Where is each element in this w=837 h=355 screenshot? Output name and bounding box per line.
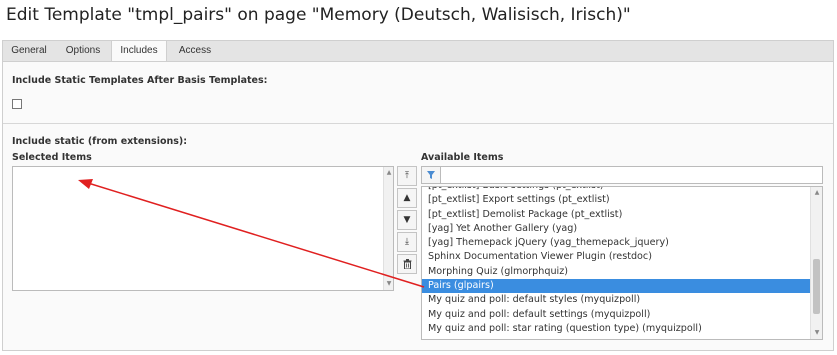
static-after-basis-checkbox[interactable]: [12, 99, 22, 109]
tab-includes[interactable]: Includes: [111, 41, 167, 63]
trash-icon: [403, 259, 411, 270]
available-item[interactable]: [pt_extlist] Demolist Package (pt_extlis…: [422, 208, 812, 222]
tab-access[interactable]: Access: [169, 41, 221, 62]
move-to-top-button[interactable]: ⤒: [397, 166, 417, 186]
filter-row: [421, 166, 823, 184]
scroll-thumb[interactable]: [813, 259, 820, 314]
scroll-up-icon[interactable]: ▲: [385, 169, 393, 177]
available-items-scrollbar[interactable]: ▲ ▼: [810, 187, 822, 339]
move-down-button[interactable]: ▼: [397, 210, 417, 230]
move-down-icon: ▼: [403, 215, 411, 225]
scroll-up-icon[interactable]: ▲: [813, 189, 821, 197]
move-to-top-icon: ⤒: [405, 171, 409, 181]
include-static-label: Include static (from extensions):: [12, 136, 188, 147]
scroll-down-icon[interactable]: ▼: [813, 329, 821, 337]
tab-bar: General Options Includes Access: [2, 40, 834, 63]
available-item[interactable]: [yag] Themepack jQuery (yag_themepack_jq…: [422, 236, 812, 250]
filter-button[interactable]: [421, 166, 441, 184]
move-to-bottom-button[interactable]: ⤓: [397, 232, 417, 252]
available-item[interactable]: My quiz and poll: default settings (myqu…: [422, 308, 812, 322]
available-item[interactable]: Pairs (glpairs): [422, 279, 812, 294]
selected-items-scrollbar[interactable]: ▲ ▼: [383, 167, 393, 290]
tab-general[interactable]: General: [3, 41, 55, 62]
remove-button[interactable]: [397, 254, 417, 274]
available-items-list[interactable]: [pt_extlist] Basic settings (pt_extlist)…: [421, 186, 823, 340]
tab-options[interactable]: Options: [57, 41, 109, 62]
move-up-icon: ▲: [403, 193, 411, 203]
available-item[interactable]: [pt_extlist] Basic settings (pt_extlist): [422, 187, 812, 193]
available-item[interactable]: My quiz and poll: star rating (question …: [422, 322, 812, 336]
available-item[interactable]: [yag] Yet Another Gallery (yag): [422, 222, 812, 236]
selected-items-label: Selected Items: [12, 152, 92, 163]
filter-icon: [427, 171, 435, 179]
move-up-button[interactable]: ▲: [397, 188, 417, 208]
includes-panel: Include Static Templates After Basis Tem…: [2, 61, 834, 351]
section-divider: [3, 123, 833, 124]
selected-items-list[interactable]: ▲ ▼: [12, 166, 394, 291]
available-item[interactable]: My quiz and poll: default styles (myquiz…: [422, 293, 812, 307]
available-items-label: Available Items: [421, 152, 504, 163]
filter-input[interactable]: [440, 166, 823, 184]
static-after-basis-label: Include Static Templates After Basis Tem…: [12, 75, 268, 86]
available-item[interactable]: Morphing Quiz (glmorphquiz): [422, 265, 812, 279]
page-title: Edit Template "tmpl_pairs" on page "Memo…: [6, 5, 631, 25]
move-to-bottom-icon: ⤓: [405, 237, 409, 247]
available-item[interactable]: [pt_extlist] Export settings (pt_extlist…: [422, 193, 812, 207]
scroll-down-icon[interactable]: ▼: [385, 280, 393, 288]
available-items-options: [pt_extlist] Basic settings (pt_extlist)…: [422, 187, 812, 336]
available-item[interactable]: Sphinx Documentation Viewer Plugin (rest…: [422, 250, 812, 264]
